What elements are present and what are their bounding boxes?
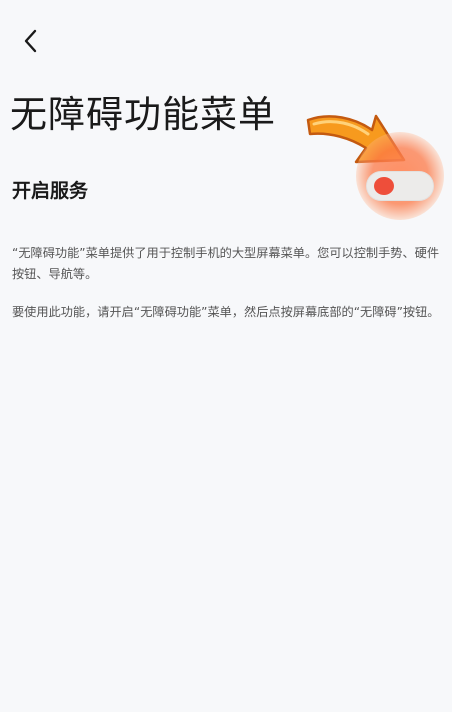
chevron-left-icon <box>24 29 37 53</box>
service-row[interactable]: 开启服务 <box>0 132 452 226</box>
description-paragraph-1: “无障碍功能”菜单提供了用于控制手机的大型屏幕菜单。您可以控制手势、硬件按钮、导… <box>12 246 440 281</box>
toggle-knob <box>374 177 394 195</box>
back-button[interactable] <box>14 24 48 58</box>
description-paragraph-2: 要使用此功能，请开启“无障碍功能”菜单，然后点按屏幕底部的“无障碍”按钮。 <box>12 305 440 319</box>
service-label: 开启服务 <box>12 180 89 202</box>
service-toggle[interactable] <box>366 171 434 201</box>
page-title: 无障碍功能菜单 <box>10 93 276 136</box>
